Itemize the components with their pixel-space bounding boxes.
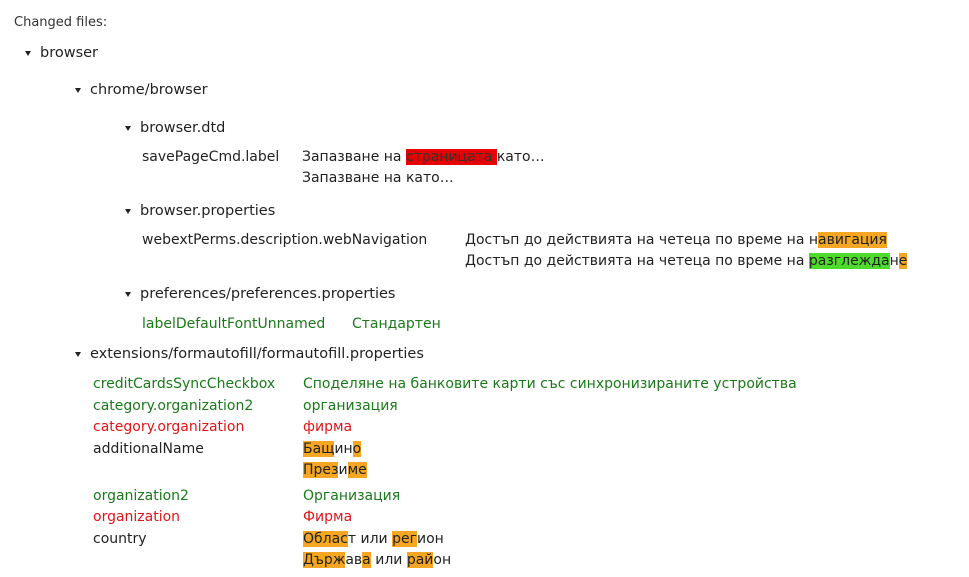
diff-highlight-orange: рег (392, 531, 417, 547)
entry-added-value: Стандартен (352, 316, 441, 332)
entry-added-value: Споделяне на банковите карти със синхрон… (303, 376, 797, 392)
diff-text: Запазване на (302, 149, 406, 165)
entry-removed-value: фирма (303, 419, 353, 435)
triangle-down-icon[interactable] (25, 50, 31, 56)
entry-old-value: Област или регион (303, 529, 444, 550)
diff-text: или (356, 531, 393, 547)
entry-added-value: организация (303, 398, 398, 414)
tree-node-label: preferences/preferences.properties (140, 286, 396, 302)
tree-node-label: browser.properties (140, 203, 276, 219)
tree-node-browser[interactable]: browser (25, 45, 98, 61)
entry-old-value: Запазване на страницата като… (302, 147, 545, 168)
entry-key: country (93, 531, 147, 547)
diff-text: и (338, 462, 348, 478)
diff-text: Достъп до действията на четеца по време … (465, 253, 809, 269)
diff-text: ав (345, 552, 363, 568)
triangle-down-icon[interactable] (75, 87, 81, 93)
diff-highlight-orange: а (362, 552, 371, 568)
diff-text: он (433, 552, 452, 568)
tree-node-preferences[interactable]: preferences/preferences.properties (125, 286, 395, 302)
entry-key: organization (93, 509, 181, 525)
entry-key: creditCardsSyncCheckbox (93, 376, 276, 392)
diff-text: като… (496, 149, 545, 165)
entry-key: savePageCmd.label (142, 149, 280, 165)
diff-highlight-orange: Бащ (303, 441, 335, 457)
entry-key: labelDefaultFontUnnamed (142, 316, 326, 332)
entry-removed-value: Фирма (303, 509, 353, 525)
diff-highlight-orange: е (898, 253, 908, 269)
entry-key: category.organization (93, 419, 245, 435)
entry-new-value: Презиме (303, 460, 367, 481)
triangle-down-icon[interactable] (75, 351, 81, 357)
tree-node-label: chrome/browser (90, 82, 208, 98)
triangle-down-icon[interactable] (125, 291, 131, 297)
diff-text: или (370, 552, 407, 568)
diff-text: он (426, 531, 444, 547)
entry-key: webextPerms.description.webNavigation (142, 232, 428, 248)
entry-old-value: Достъп до действията на четеца по време … (465, 230, 887, 251)
tree-node-label: extensions/formautofill/formautofill.pro… (90, 346, 424, 362)
entry-new-value: Запазване на като… (302, 168, 454, 189)
entry-key: category.organization2 (93, 398, 254, 414)
entry-new-value: Достъп до действията на четеца по време … (465, 251, 908, 272)
diff-text: н (889, 253, 899, 269)
diff-highlight-orange: ме (347, 462, 367, 478)
entry-added-value: Организация (303, 488, 401, 504)
changed-files-heading: Changed files: (14, 15, 108, 30)
tree-node-browser-dtd[interactable]: browser.dtd (125, 120, 225, 136)
diff-highlight-orange: Държ (303, 552, 346, 568)
diff-highlight-orange: През (303, 462, 339, 478)
diff-text: Достъп до действията на четеца по време … (465, 232, 819, 248)
tree-node-label: browser (40, 45, 99, 61)
diff-highlight-orange: ра (406, 552, 425, 568)
diff-highlight-orange: о (352, 441, 362, 457)
diff-highlight-orange: авигация (818, 232, 887, 248)
entry-key: organization2 (93, 488, 189, 504)
diff-highlight-red: страницата (405, 149, 497, 165)
triangle-down-icon[interactable] (125, 125, 131, 131)
tree-node-chrome-browser[interactable]: chrome/browser (75, 82, 208, 98)
diff-highlight-orange: Облас (303, 531, 348, 547)
tree-node-formautofill[interactable]: extensions/formautofill/formautofill.pro… (75, 346, 424, 362)
diff-text: ин (334, 441, 353, 457)
tree-node-browser-properties[interactable]: browser.properties (125, 203, 275, 219)
diff-text: Запазване на като… (302, 170, 454, 186)
changed-files-panel: Changed files: browser chrome/browser br… (0, 0, 969, 577)
triangle-down-icon[interactable] (125, 208, 131, 214)
diff-highlight-green: разглежда (808, 253, 890, 269)
diff-text: т (347, 531, 357, 547)
entry-old-value: Бащино (303, 439, 362, 460)
entry-new-value: Държава или район (303, 550, 451, 571)
entry-key: additionalName (93, 441, 204, 457)
tree-node-label: browser.dtd (140, 120, 226, 136)
diff-text: и (416, 531, 427, 547)
